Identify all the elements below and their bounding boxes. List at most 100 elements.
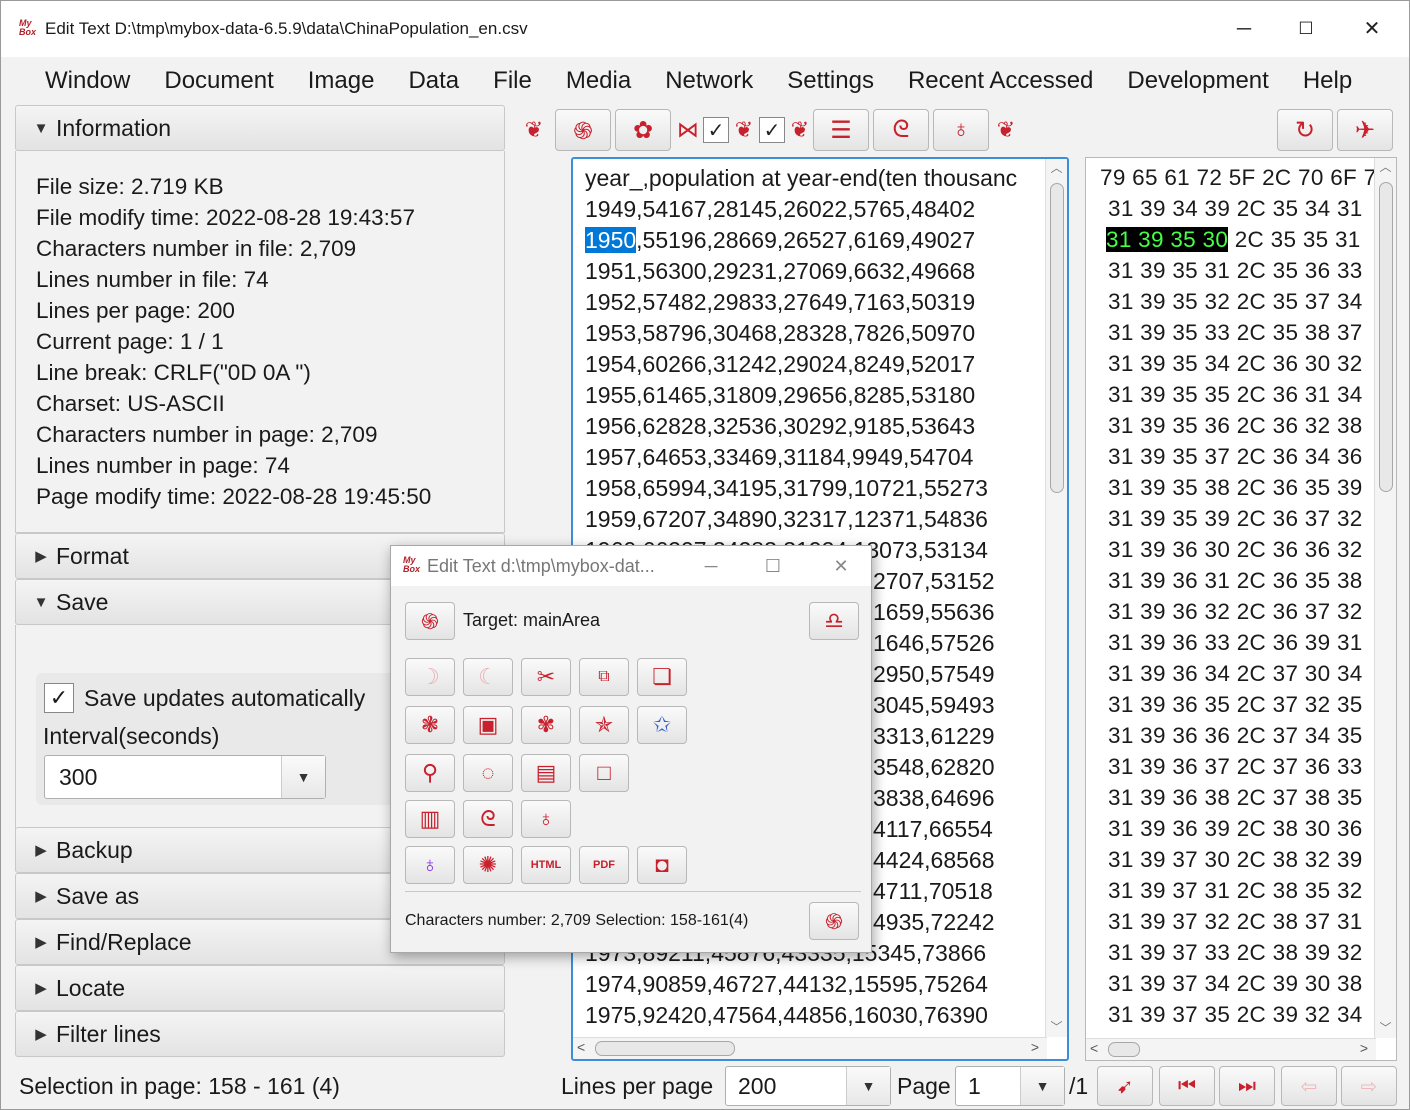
menu-development[interactable]: Development — [1110, 67, 1285, 95]
undo-button[interactable]: ☽ — [405, 658, 455, 696]
hex-text-area[interactable]: 79 65 61 72 5F 2C 70 6F 7 31 39 34 39 2C… — [1085, 157, 1397, 1061]
paste-button[interactable]: ❏ — [637, 658, 687, 696]
format-button[interactable]: ☰ — [813, 109, 869, 151]
menu-help[interactable]: Help — [1286, 67, 1369, 95]
previous-page-button[interactable]: ⇦ — [1281, 1066, 1337, 1106]
hex-vertical-scrollbar[interactable]: ︿ ﹀ — [1374, 158, 1396, 1038]
scroll-left-icon[interactable]: < — [577, 1039, 585, 1055]
flower-square-button[interactable]: ▣ — [463, 706, 513, 744]
document-button[interactable]: ▥ — [405, 800, 455, 838]
filter-lines-pane-header[interactable]: ▶ Filter lines — [15, 1011, 505, 1057]
close-button[interactable]: ✕ — [1355, 15, 1389, 43]
menu-data[interactable]: Data — [391, 67, 476, 95]
popup-close-button[interactable]: ✕ — [825, 552, 857, 580]
menu-image[interactable]: Image — [291, 67, 392, 95]
wave-button[interactable]: ᘓ — [463, 800, 513, 838]
scroll-down-icon[interactable]: ﹀ — [1046, 1018, 1067, 1035]
hex-line: 31 39 36 36 2C 37 34 35 — [1108, 723, 1363, 748]
menu-network[interactable]: Network — [648, 67, 770, 95]
cut-button[interactable]: ✂ — [521, 658, 571, 696]
menu-window[interactable]: Window — [1, 67, 147, 95]
menu-file[interactable]: File — [476, 67, 549, 95]
wrap-checkbox[interactable]: ✓ — [703, 117, 729, 143]
chevron-down-icon[interactable]: ▼ — [846, 1067, 890, 1105]
scroll-right-icon[interactable]: > — [1360, 1040, 1368, 1056]
hex-horizontal-scrollbar[interactable]: < > — [1086, 1038, 1376, 1060]
scroll-thumb[interactable] — [595, 1041, 735, 1056]
snapshot-button[interactable]: ◘ — [637, 846, 687, 884]
gourd-button[interactable]: ♁ — [521, 800, 571, 838]
hex-line: 31 39 35 38 2C 36 35 39 — [1108, 475, 1363, 500]
redo-button[interactable]: ☾ — [463, 658, 513, 696]
scroll-right-icon[interactable]: > — [1031, 1039, 1039, 1055]
purple-gourd-button[interactable]: ♁ — [405, 846, 455, 884]
next-page-button[interactable]: ⇨ — [1341, 1066, 1397, 1106]
lines-per-page-combo[interactable]: 200 ▼ — [725, 1066, 891, 1106]
flower-round-button[interactable]: ✾ — [521, 706, 571, 744]
pin-button[interactable]: ♎ — [809, 602, 859, 640]
line-number-checkbox[interactable]: ✓ — [759, 117, 785, 143]
first-page-button[interactable]: ⏮ — [1159, 1066, 1215, 1106]
scroll-thumb[interactable] — [1379, 182, 1393, 492]
swirl-button[interactable]: ֍ — [555, 109, 611, 151]
last-page-button[interactable]: ⏭ — [1219, 1066, 1275, 1106]
scroll-up-icon[interactable]: ︿ — [1375, 158, 1396, 175]
save-auto-label: Save updates automatically — [84, 685, 366, 711]
burst-button[interactable]: ✺ — [463, 846, 513, 884]
menu-document[interactable]: Document — [147, 67, 290, 95]
fish-icon: ⋈ — [677, 117, 699, 142]
star-flower-button[interactable]: ✯ — [579, 706, 629, 744]
lines-per-page-label: Lines per page — [561, 1072, 714, 1099]
hex-line: 31 39 35 31 2C 35 36 33 — [1108, 258, 1363, 283]
circle-button[interactable]: ◌ — [463, 754, 513, 792]
flower-button[interactable]: ✿ — [615, 109, 671, 151]
text-line: 1974,90859,46727,44132,15595,75264 — [585, 971, 988, 997]
menu-bar: Window Document Image Data File Media Ne… — [1, 57, 1409, 105]
bird-button[interactable]: ✈ — [1337, 109, 1393, 151]
menu-media[interactable]: Media — [549, 67, 648, 95]
text-line-selected: 1950,55196,28669,26527,6169,49027 — [573, 225, 1067, 256]
search-button[interactable]: ⚲ — [405, 754, 455, 792]
html-button[interactable]: HTML — [521, 846, 571, 884]
main-window: My Box Edit Text D:\tmp\mybox-data-6.5.9\… — [0, 0, 1410, 1110]
save-auto-checkbox[interactable]: ✓ — [44, 683, 74, 713]
window-title: Edit Text D:\tmp\mybox-data-6.5.9\data\C… — [45, 19, 528, 38]
popup-minimize-button[interactable]: ─ — [695, 552, 727, 580]
scroll-down-icon[interactable]: ﹀ — [1375, 1019, 1396, 1036]
text-vertical-scrollbar[interactable]: ︿ ﹀ — [1045, 159, 1067, 1037]
chevron-down-icon[interactable]: ▼ — [281, 756, 325, 798]
scroll-thumb[interactable] — [1108, 1042, 1140, 1057]
hex-line: 31 39 35 35 2C 36 31 34 — [1108, 382, 1363, 407]
scroll-up-icon[interactable]: ︿ — [1046, 159, 1067, 176]
blue-star-button[interactable]: ✩ — [637, 706, 687, 744]
information-pane-header[interactable]: ▼ Information — [15, 105, 505, 151]
swirl-button[interactable]: ֍ — [405, 602, 455, 640]
interval-combo[interactable]: 300 ▼ — [44, 755, 326, 799]
maximize-button[interactable]: ☐ — [1289, 15, 1323, 43]
copy-button[interactable]: ⧉ — [579, 658, 629, 696]
scroll-thumb[interactable] — [1050, 183, 1064, 493]
go-page-button[interactable]: ➹ — [1097, 1066, 1153, 1106]
minimize-button[interactable]: ─ — [1227, 15, 1261, 43]
menu-settings[interactable]: Settings — [770, 67, 891, 95]
popup-maximize-button[interactable]: ☐ — [757, 552, 789, 580]
collapsed-arrow-icon: ▶ — [35, 548, 47, 565]
gourd-button[interactable]: ♁ — [933, 109, 989, 151]
text-horizontal-scrollbar[interactable]: < > — [573, 1037, 1047, 1059]
chevron-down-icon[interactable]: ▼ — [1020, 1067, 1064, 1105]
hex-line: 31 39 36 38 2C 37 38 35 — [1108, 785, 1363, 810]
menu-recent-accessed[interactable]: Recent Accessed — [891, 67, 1110, 95]
flower-button[interactable]: ❃ — [405, 706, 455, 744]
select-all-button[interactable]: ▤ — [521, 754, 571, 792]
footer-swirl-button[interactable]: ֍ — [809, 902, 859, 940]
bird-icon: ❦ — [524, 117, 544, 142]
locate-pane-header[interactable]: ▶ Locate — [15, 965, 505, 1011]
wave-button[interactable]: ᘓ — [873, 109, 929, 151]
expanded-arrow-icon: ▼ — [33, 593, 49, 611]
scroll-left-icon[interactable]: < — [1090, 1040, 1098, 1056]
pdf-button[interactable]: PDF — [579, 846, 629, 884]
refresh-button[interactable]: ↻ — [1277, 109, 1333, 151]
select-none-button[interactable]: □ — [579, 754, 629, 792]
page-combo[interactable]: 1 ▼ — [955, 1066, 1065, 1106]
hex-line: 31 39 36 31 2C 36 35 38 — [1108, 568, 1363, 593]
